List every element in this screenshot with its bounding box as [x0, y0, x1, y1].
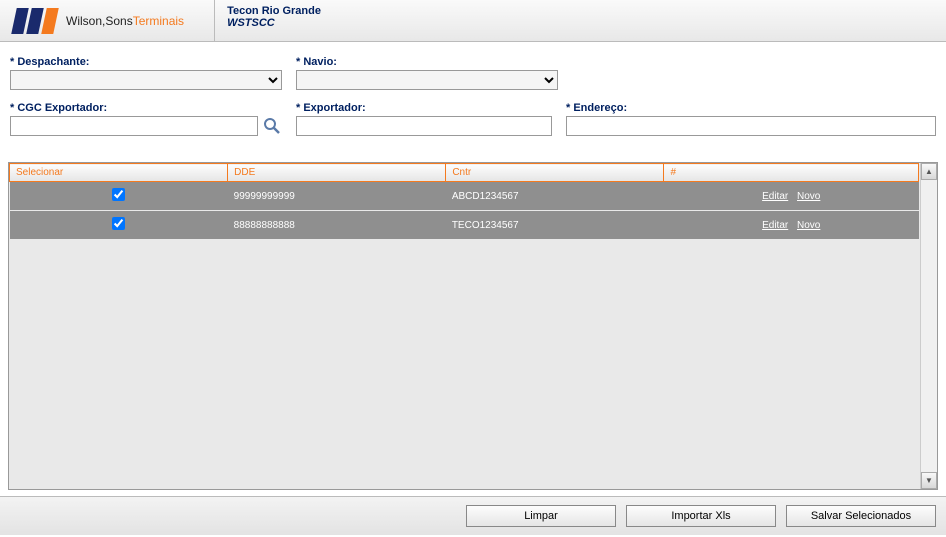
- logo-area: Wilson,SonsTerminais: [0, 0, 215, 41]
- endereco-label: * Endereço:: [566, 102, 936, 114]
- page-subtitle: WSTSCC: [227, 17, 321, 29]
- importar-button[interactable]: Importar Xls: [626, 505, 776, 527]
- navio-select[interactable]: [296, 70, 558, 90]
- col-selecionar[interactable]: Selecionar: [10, 164, 228, 182]
- row-checkbox[interactable]: [112, 217, 125, 230]
- novo-link[interactable]: Novo: [797, 191, 820, 202]
- col-hash[interactable]: #: [664, 164, 919, 182]
- brand-text: Wilson,SonsTerminais: [66, 14, 184, 28]
- brand-primary: Wilson,Sons: [66, 14, 133, 28]
- navio-label: * Navio:: [296, 56, 558, 68]
- app-header: Wilson,SonsTerminais Tecon Rio Grande WS…: [0, 0, 946, 42]
- brand-secondary: Terminais: [133, 14, 184, 28]
- despachante-select[interactable]: [10, 70, 282, 90]
- title-area: Tecon Rio Grande WSTSCC: [215, 0, 333, 41]
- cgc-label: * CGC Exportador:: [10, 102, 282, 114]
- scroll-up-icon[interactable]: ▲: [921, 163, 937, 180]
- edit-link[interactable]: Editar: [762, 220, 788, 231]
- salvar-button[interactable]: Salvar Selecionados: [786, 505, 936, 527]
- col-dde[interactable]: DDE: [228, 164, 446, 182]
- table-row: 99999999999 ABCD1234567 Editar Novo: [10, 182, 919, 211]
- exportador-input[interactable]: [296, 116, 552, 136]
- despachante-label: * Despachante:: [10, 56, 282, 68]
- cgc-input[interactable]: [10, 116, 258, 136]
- vertical-scrollbar[interactable]: ▲ ▼: [920, 163, 937, 489]
- edit-link[interactable]: Editar: [762, 191, 788, 202]
- row-checkbox[interactable]: [112, 188, 125, 201]
- data-grid: Selecionar DDE Cntr # 99999999999 ABCD12…: [8, 162, 938, 490]
- endereco-input[interactable]: [566, 116, 936, 136]
- logo-icon: [11, 8, 59, 34]
- cell-dde: 99999999999: [228, 182, 446, 211]
- page-title: Tecon Rio Grande: [227, 5, 321, 17]
- cell-cntr: ABCD1234567: [446, 182, 664, 211]
- footer-toolbar: Limpar Importar Xls Salvar Selecionados: [0, 496, 946, 535]
- cell-cntr: TECO1234567: [446, 211, 664, 240]
- scroll-down-icon[interactable]: ▼: [921, 472, 937, 489]
- limpar-button[interactable]: Limpar: [466, 505, 616, 527]
- novo-link[interactable]: Novo: [797, 220, 820, 231]
- col-cntr[interactable]: Cntr: [446, 164, 664, 182]
- form-area: * Despachante: * Navio: * CGC Exportador…: [0, 42, 946, 158]
- table-row: 88888888888 TECO1234567 Editar Novo: [10, 211, 919, 240]
- cell-dde: 88888888888: [228, 211, 446, 240]
- search-icon[interactable]: [262, 116, 282, 136]
- exportador-label: * Exportador:: [296, 102, 552, 114]
